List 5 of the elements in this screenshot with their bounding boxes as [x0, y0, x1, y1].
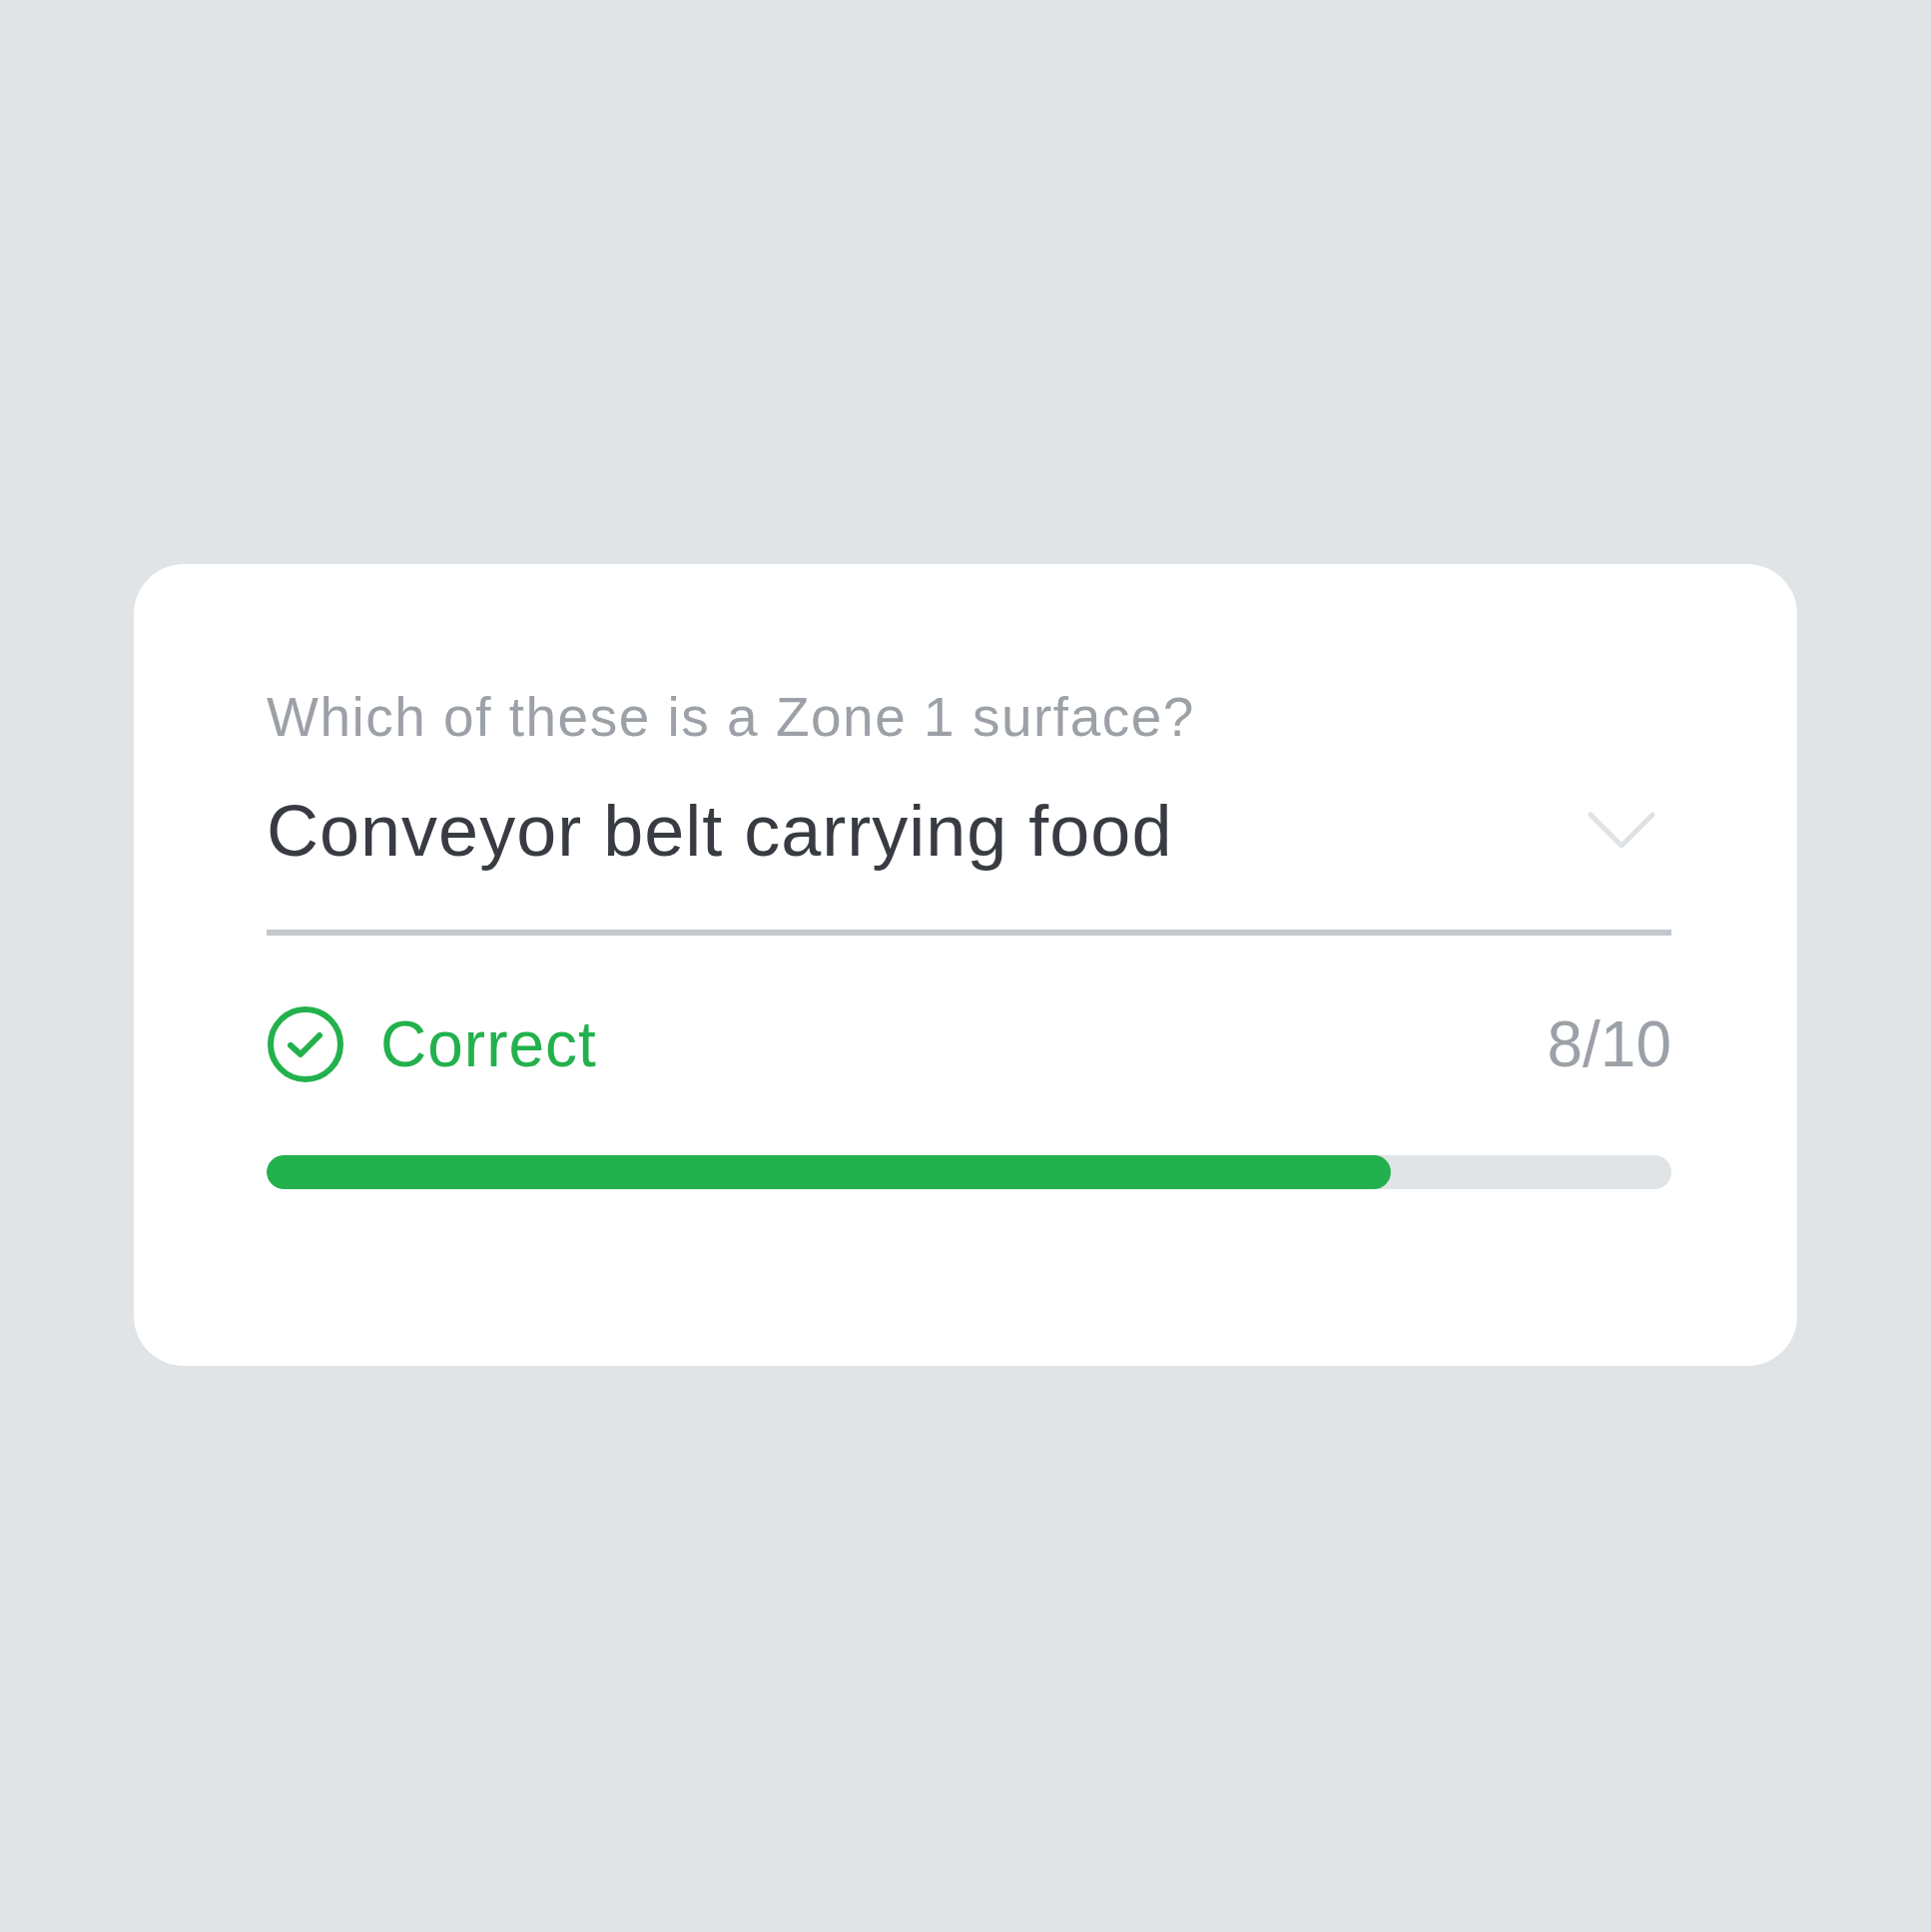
result-label: Correct — [380, 1007, 597, 1081]
question-text: Which of these is a Zone 1 surface? — [267, 685, 1196, 750]
score-text: 8/10 — [1547, 1007, 1671, 1081]
answer-dropdown[interactable]: Conveyor belt carrying food — [267, 750, 1671, 936]
chevron-down-icon — [1587, 811, 1656, 851]
